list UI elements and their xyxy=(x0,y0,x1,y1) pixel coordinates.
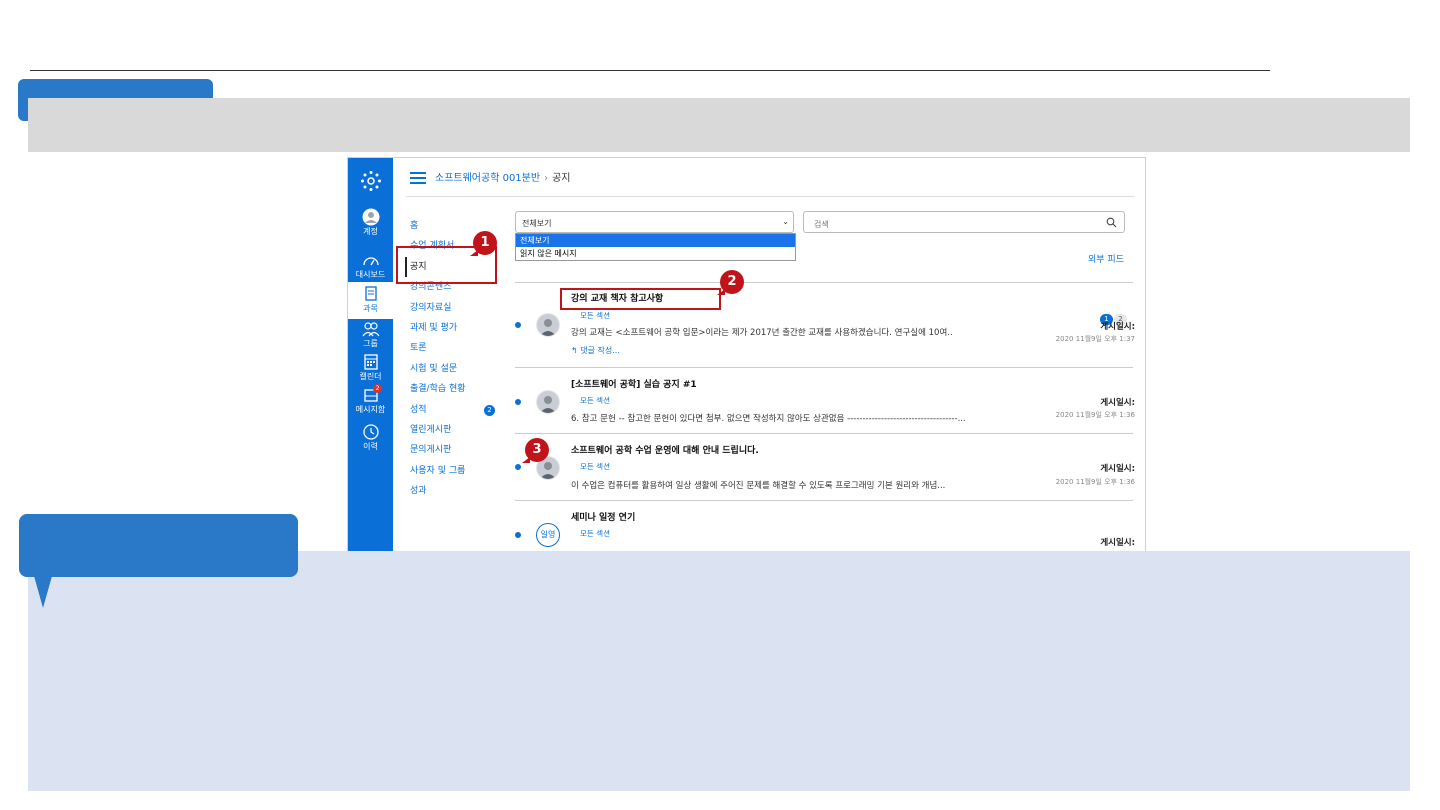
course-nav-attendance[interactable]: 출결/학습 현황 xyxy=(410,379,500,399)
header-divider xyxy=(406,196,1134,197)
account-icon xyxy=(362,208,379,226)
course-nav-grades[interactable]: 성적 2 xyxy=(410,400,500,420)
global-nav-inbox[interactable]: 2 메시지함 xyxy=(348,384,393,415)
callout-marker-1: 1 xyxy=(470,231,497,256)
dashboard-icon xyxy=(362,257,379,266)
announcement-body: 이 수업은 컴퓨터를 활용하여 일상 생활에 주어진 문제를 해결할 수 있도록… xyxy=(571,481,946,491)
search-box xyxy=(803,211,1125,233)
courses-icon xyxy=(364,286,377,301)
description-label xyxy=(19,514,298,577)
announcement-body: 6. 참고 문헌 -- 참고한 문헌이 있다면 첨부. 없으면 작성하지 않아도… xyxy=(571,414,966,424)
search-icon[interactable] xyxy=(1106,217,1117,228)
person-icon xyxy=(540,396,556,413)
course-nav-open-board[interactable]: 열린게시판 xyxy=(410,420,500,440)
posted-date: 2020 11월9일 오후 1:36 xyxy=(1055,478,1135,486)
row-divider xyxy=(515,367,1133,368)
lms-screenshot: 계정 대시보드 과목 그룹 캘린더 2 메시지함 이력 소프트웨어공학 001분… xyxy=(347,157,1146,552)
chevron-right-icon: › xyxy=(544,173,549,184)
posted-date: 2020 11월9일 오후 1:37 xyxy=(1055,335,1135,343)
posted-label: 게시일시: xyxy=(1100,322,1135,332)
calendar-icon xyxy=(363,354,378,370)
filter-value: 전체보기 xyxy=(522,219,552,228)
avatar[interactable]: 일영 xyxy=(536,523,560,547)
global-nav-label: 계정 xyxy=(363,227,378,236)
global-nav-label: 그룹 xyxy=(363,339,378,348)
unread-dot xyxy=(515,322,521,328)
announcement-title[interactable]: [소프트웨어 공학] 실습 공지 #1 xyxy=(571,377,697,390)
callout-marker-2: 2 xyxy=(717,270,744,295)
person-icon xyxy=(540,319,556,336)
course-nav-grades-label: 성적 xyxy=(410,404,427,415)
breadcrumb-course[interactable]: 소프트웨어공학 001분반 xyxy=(435,173,540,184)
unread-dot xyxy=(515,464,521,470)
breadcrumb: 소프트웨어공학 001분반 › 공지 xyxy=(435,169,570,184)
course-nav-outcomes[interactable]: 성과 xyxy=(410,481,500,501)
description-box xyxy=(28,551,1410,791)
announcement-title[interactable]: 소프트웨어 공학 수업 운영에 대해 안내 드립니다. xyxy=(571,443,759,456)
section-label: 모든 섹션 xyxy=(580,529,610,538)
external-feed-link[interactable]: 외부 피드 xyxy=(1088,252,1124,265)
global-nav-calendar[interactable]: 캘린더 xyxy=(348,353,393,382)
canvas-logo-icon[interactable] xyxy=(360,170,382,192)
global-nav-label: 캘린더 xyxy=(359,372,382,381)
posted-label: 게시일시: xyxy=(1100,464,1135,474)
unread-dot xyxy=(515,399,521,405)
announcement-body: 강의 교재는 <소프트웨어 공학 입문>이라는 제가 2017년 출간한 교재를… xyxy=(571,328,953,338)
global-nav-label: 대시보드 xyxy=(355,270,386,279)
course-nav-files[interactable]: 강의자료실 xyxy=(410,298,500,318)
top-divider xyxy=(30,70,1270,71)
avatar[interactable] xyxy=(536,390,560,414)
filter-dropdown: 전체보기 읽지 않은 메시지 xyxy=(515,233,796,261)
section-label: 모든 섹션 xyxy=(580,311,610,320)
description-label-tail xyxy=(34,576,52,608)
reply-link[interactable]: ↰ 댓글 작성... xyxy=(571,345,620,356)
chevron-down-icon: ⌄ xyxy=(782,217,789,226)
announcement-title[interactable]: 세미나 일정 연기 xyxy=(571,510,635,523)
global-nav-history[interactable]: 이력 xyxy=(348,423,393,452)
clock-icon xyxy=(362,424,379,440)
course-nav-discussions[interactable]: 토론 xyxy=(410,338,500,358)
callout-marker-3: 3 xyxy=(522,438,549,463)
global-nav-account[interactable]: 계정 xyxy=(348,208,393,237)
section-label: 모든 섹션 xyxy=(580,396,610,405)
course-nav-assignments[interactable]: 과제 및 평가 xyxy=(410,318,500,338)
title-band xyxy=(28,98,1410,152)
section-label: 모든 섹션 xyxy=(580,462,610,471)
groups-icon xyxy=(362,322,379,337)
row-divider xyxy=(515,500,1133,501)
unread-dot xyxy=(515,532,521,538)
posted-date: 2020 11월9일 오후 1:36 xyxy=(1055,411,1135,419)
global-nav-dashboard[interactable]: 대시보드 xyxy=(348,251,393,280)
filter-select[interactable]: 전체보기 ⌄ xyxy=(515,211,794,233)
course-nav-qna-board[interactable]: 문의게시판 xyxy=(410,440,500,460)
global-nav-label: 과목 xyxy=(363,304,378,313)
posted-label: 게시일시: xyxy=(1100,538,1135,548)
filter-option-unread[interactable]: 읽지 않은 메시지 xyxy=(516,247,795,260)
row-divider xyxy=(515,433,1133,434)
hamburger-menu-icon[interactable] xyxy=(410,172,426,184)
reply-icon: ↰ xyxy=(571,346,581,355)
global-nav-groups[interactable]: 그룹 xyxy=(348,320,393,349)
reply-label: 댓글 작성... xyxy=(580,346,620,355)
inbox-badge: 2 xyxy=(373,384,382,393)
global-nav-label: 메시지함 xyxy=(355,405,386,414)
avatar[interactable] xyxy=(536,313,560,337)
global-nav-courses[interactable]: 과목 xyxy=(348,282,393,319)
grades-count-badge: 2 xyxy=(484,404,495,416)
course-nav-quizzes[interactable]: 시험 및 설문 xyxy=(410,359,500,379)
global-nav-label: 이력 xyxy=(363,442,378,451)
highlight-box-title xyxy=(560,288,721,310)
global-nav: 계정 대시보드 과목 그룹 캘린더 2 메시지함 이력 xyxy=(348,158,393,551)
posted-label: 게시일시: xyxy=(1100,398,1135,408)
filter-option-all[interactable]: 전체보기 xyxy=(516,234,795,247)
search-input[interactable] xyxy=(814,220,1094,229)
row-divider xyxy=(515,282,1133,283)
course-nav-people[interactable]: 사용자 및 그룹 xyxy=(410,461,500,481)
breadcrumb-current: 공지 xyxy=(552,173,571,184)
